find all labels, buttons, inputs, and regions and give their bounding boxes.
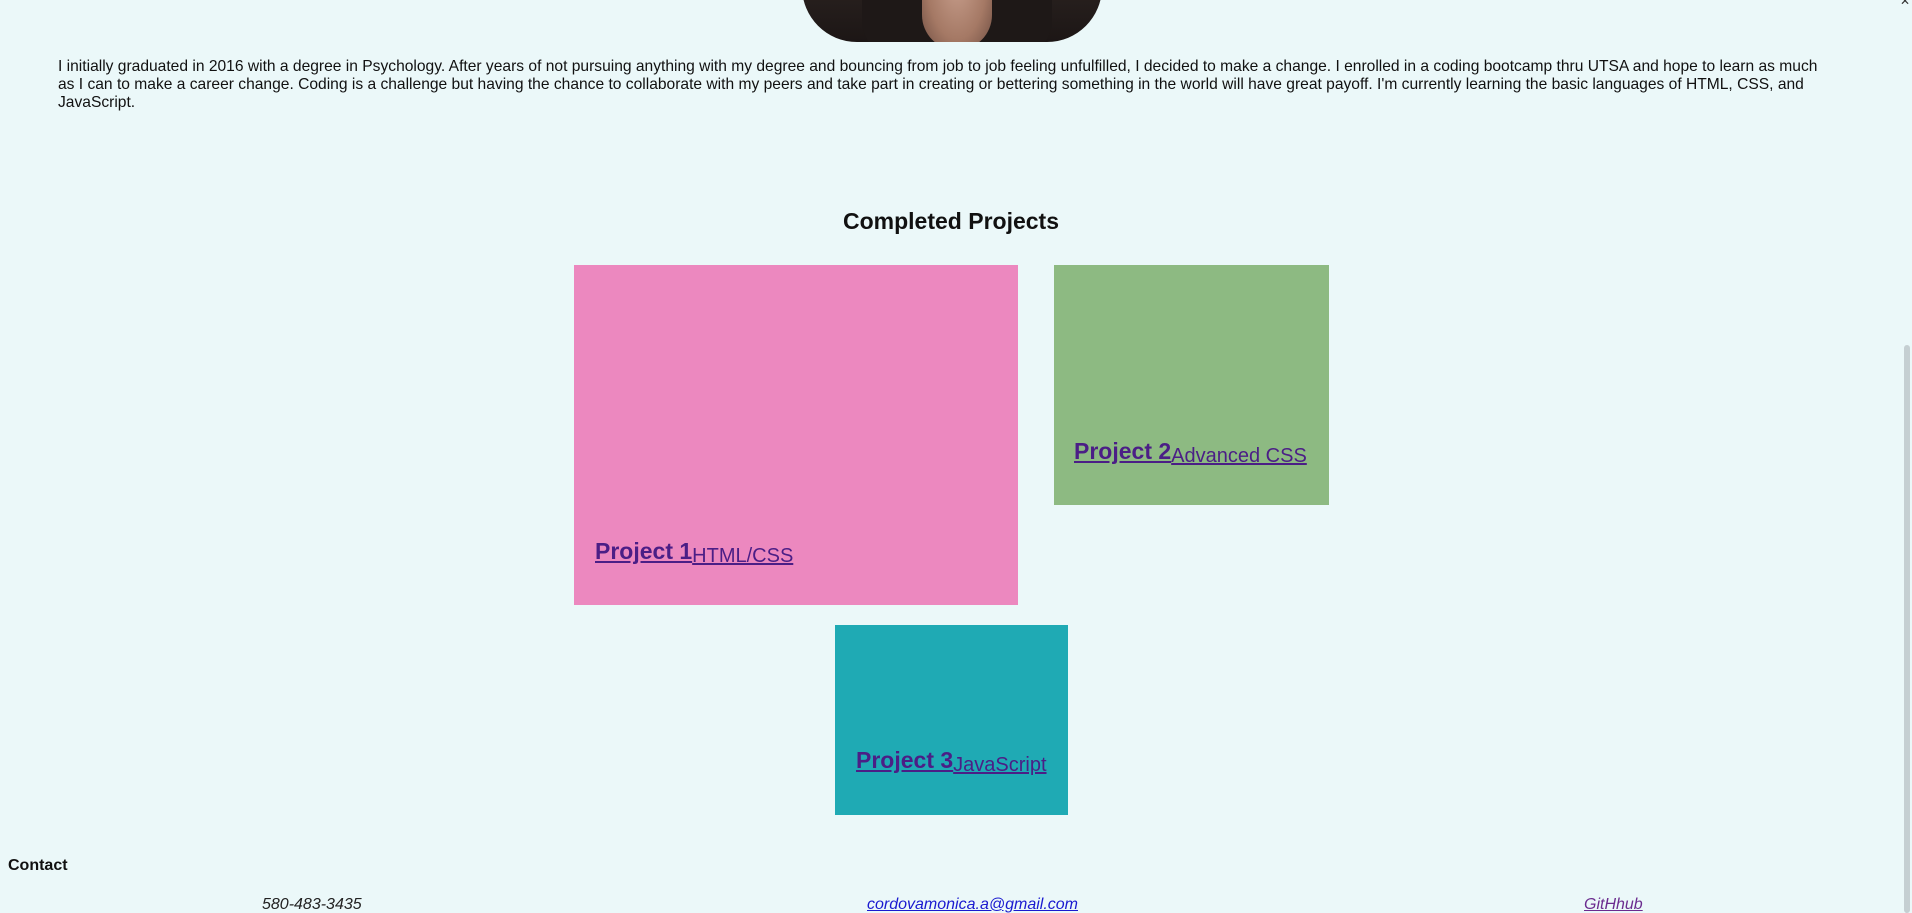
- project-3-name[interactable]: Project 3: [856, 747, 953, 773]
- projects-heading: Completed Projects: [843, 208, 1059, 234]
- project-1-name[interactable]: Project 1: [595, 538, 692, 564]
- project-2-tech[interactable]: Advanced CSS: [1171, 445, 1307, 467]
- contact-heading: Contact: [8, 857, 68, 874]
- project-card-2[interactable]: Project 2Advanced CSS: [1054, 265, 1329, 505]
- project-3-label[interactable]: Project 3JavaScript: [856, 747, 1047, 776]
- portfolio-page: I initially graduated in 2016 with a deg…: [0, 0, 1912, 913]
- contact-github-link[interactable]: GitHhub: [1584, 896, 1643, 913]
- photo-face: [922, 0, 992, 42]
- contact-email-link[interactable]: cordovamonica.a@gmail.com: [867, 896, 1078, 913]
- project-2-name[interactable]: Project 2: [1074, 438, 1171, 464]
- profile-photo: [802, 0, 1102, 42]
- project-1-label[interactable]: Project 1HTML/CSS: [595, 538, 793, 567]
- project-card-3[interactable]: Project 3JavaScript: [835, 625, 1068, 815]
- close-icon[interactable]: ✕: [1900, 0, 1910, 8]
- scrollbar-thumb[interactable]: [1904, 345, 1910, 913]
- project-1-tech[interactable]: HTML/CSS: [692, 545, 793, 567]
- page-scrollbar[interactable]: [1902, 0, 1912, 913]
- project-card-1[interactable]: Project 1HTML/CSS: [574, 265, 1018, 605]
- project-2-label[interactable]: Project 2Advanced CSS: [1074, 438, 1307, 467]
- contact-phone: 580-483-3435: [262, 896, 362, 913]
- project-3-tech[interactable]: JavaScript: [953, 754, 1046, 776]
- bio-text: I initially graduated in 2016 with a deg…: [58, 58, 1818, 111]
